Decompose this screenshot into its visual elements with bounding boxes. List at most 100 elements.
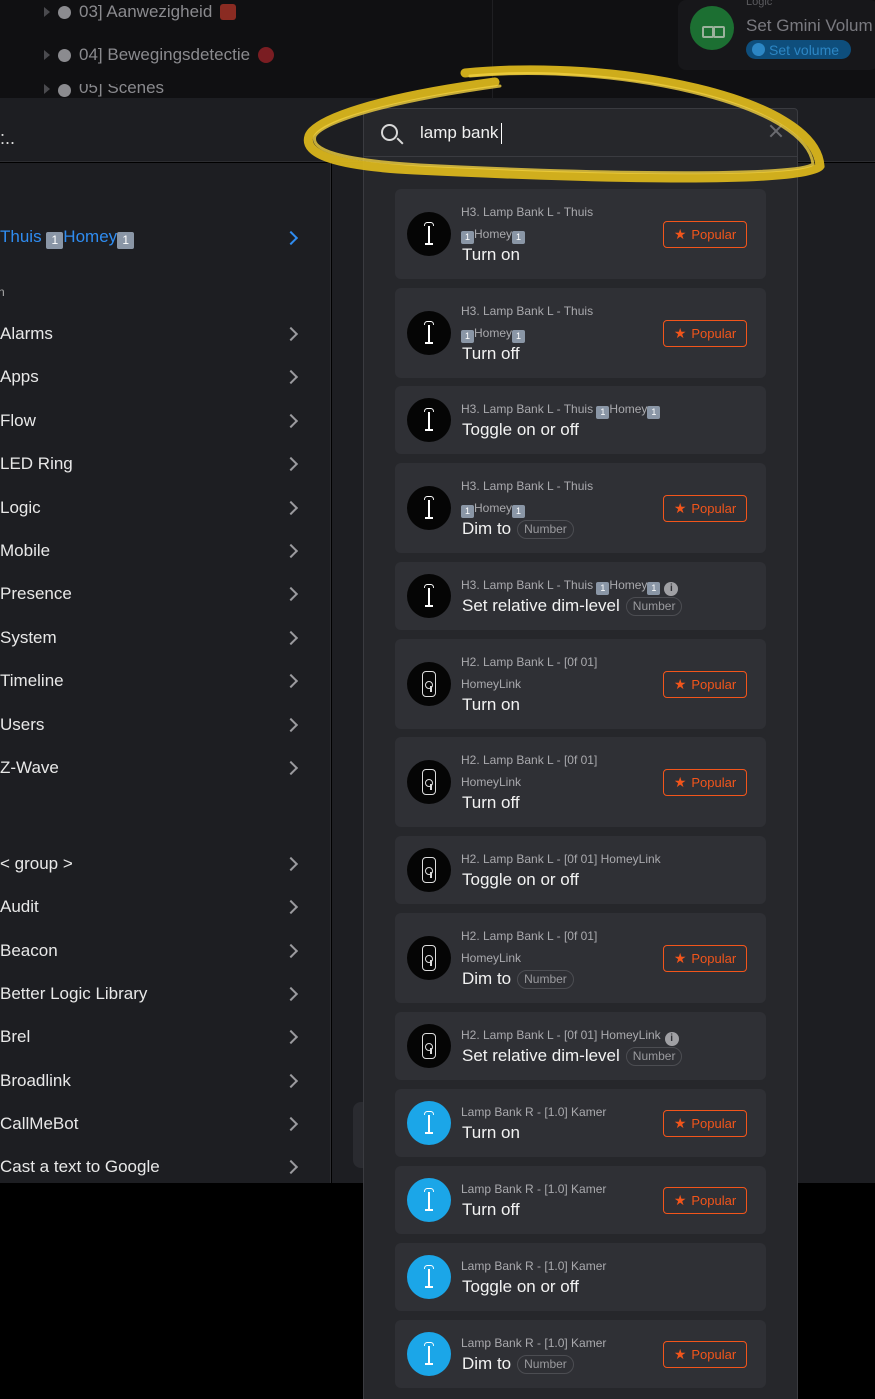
star-icon: ★: [673, 676, 687, 692]
result-card[interactable]: Lamp Bank R - [1.0] Kamer Toggle on or of…: [395, 1243, 766, 1311]
argument-tag: Number: [625, 1046, 683, 1066]
result-card[interactable]: Lamp Bank R - [1.0] Kamer Dim to Number ★ Po…: [395, 1320, 766, 1388]
result-card[interactable]: H2. Lamp Bank L - [0f 01] HomeyLink Toggl…: [395, 836, 766, 904]
sidebar-item-label: Beacon: [0, 940, 58, 960]
sidebar-item-app[interactable]: Cast a text to Google: [0, 1149, 310, 1185]
device-name: H2. Lamp Bank L - [0f 01]: [461, 655, 598, 669]
flow-folder-item[interactable]: 05] Scenes: [44, 84, 164, 98]
result-card[interactable]: H2. Lamp Bank L - [0f 01] HomeyLink Turn o…: [395, 639, 766, 729]
expand-triangle-icon[interactable]: [44, 84, 50, 94]
sidebar-item-flow[interactable]: Flow: [0, 403, 310, 439]
device-zone: 1 Homey 1: [461, 497, 526, 519]
action-label: Turn off: [462, 793, 520, 812]
popular-label: Popular: [691, 1192, 737, 1208]
argument-tag: Number: [517, 519, 574, 539]
result-card[interactable]: H2. Lamp Bank L - [0f 01] HomeyLink Turn o…: [395, 737, 766, 827]
sidebar-item-users[interactable]: Users: [0, 707, 310, 743]
result-card[interactable]: H3. Lamp Bank L - Thuis 1 Homey 1 Dim to Numb…: [395, 463, 766, 553]
sidebar-item-led-ring[interactable]: LED Ring: [0, 446, 310, 482]
keycap-icon: 1: [461, 231, 474, 244]
popular-badge: ★ Popular: [663, 1109, 747, 1137]
action-row: Set relative dim-level Number: [462, 596, 683, 616]
action-row: Dim to Number: [462, 969, 574, 989]
flow-card-logic[interactable]: Logic Set Gmini Volum Set volume: [678, 0, 875, 70]
card-pill[interactable]: Set volume: [746, 40, 852, 59]
sidebar-item-app[interactable]: < group >: [0, 846, 310, 882]
result-card[interactable]: H3. Lamp Bank L - Thuis 1 Homey 1 i Set rela…: [395, 562, 766, 630]
argument-tag: Number: [517, 1354, 574, 1374]
flow-folder-item[interactable]: 03] Aanwezigheid: [44, 0, 237, 25]
sidebar-item-label: System: [0, 627, 57, 647]
device-name: Lamp Bank R - [1.0] Kamer: [461, 1336, 607, 1350]
result-card[interactable]: H2. Lamp Bank L - [0f 01] HomeyLink i Set …: [395, 1012, 766, 1080]
sidebar-item-presence[interactable]: Presence: [0, 576, 310, 612]
sidebar-item-logic[interactable]: Logic: [0, 490, 310, 526]
action-row: Toggle on or off: [462, 420, 579, 440]
sidebar-item-z-wave[interactable]: Z-Wave: [0, 750, 310, 786]
popular-label: Popular: [691, 500, 737, 516]
action-row: Dim to Number: [462, 519, 574, 539]
sidebar-item-system[interactable]: System: [0, 620, 310, 656]
result-card[interactable]: H3. Lamp Bank L - Thuis 1 Homey 1 Turn off ★ P…: [395, 288, 766, 378]
star-icon: ★: [673, 1346, 687, 1362]
action-row: Turn off: [462, 793, 520, 813]
chevron-right-icon: [283, 1030, 299, 1045]
chevron-right-icon: [283, 230, 299, 246]
popular-label: Popular: [691, 676, 737, 692]
popular-label: Popular: [691, 1346, 737, 1362]
sidebar-item-app[interactable]: CallMeBot: [0, 1106, 310, 1142]
chevron-right-icon: [283, 900, 299, 915]
sidebar-item-homey[interactable]: Thuis 1 Homey 1: [0, 220, 310, 256]
chevron-right-icon: [283, 986, 299, 1001]
header-dots: :..: [0, 128, 16, 148]
popular-badge: ★ Popular: [663, 1186, 747, 1214]
result-card[interactable]: Lamp Bank R - [1.0] Kamer Turn off ★ Popula…: [395, 1166, 766, 1234]
lamp-icon: [407, 1332, 451, 1376]
homeylink-glyph: [422, 769, 436, 795]
action-row: Set relative dim-level Number: [462, 1046, 683, 1066]
action-row: Toggle on or off: [462, 870, 579, 890]
card-title: Set Gmini Volum: [746, 16, 873, 35]
result-card[interactable]: H3. Lamp Bank L - Thuis 1 Homey 1 Toggle on…: [395, 386, 766, 454]
result-card[interactable]: H3. Lamp Bank L - Thuis 1 Homey 1 Turn on ★ Po…: [395, 189, 766, 279]
sidebar-item-mobile[interactable]: Mobile: [0, 533, 310, 569]
grid-icon: [690, 6, 734, 50]
lamp-glyph: [424, 1265, 434, 1289]
sidebar-item-label: Broadlink: [0, 1070, 71, 1090]
sidebar-item-alarms[interactable]: Alarms: [0, 316, 310, 352]
sidebar-item-app[interactable]: Broadlink: [0, 1063, 310, 1099]
info-icon[interactable]: i: [664, 1032, 679, 1046]
keycap-icon: 1: [512, 231, 526, 244]
sidebar-item-label: Brel: [0, 1027, 31, 1047]
expand-triangle-icon[interactable]: [44, 50, 50, 60]
popular-badge: ★ Popular: [663, 220, 747, 248]
expand-triangle-icon[interactable]: [44, 7, 50, 17]
search-input[interactable]: [420, 121, 760, 145]
chevron-right-icon: [283, 760, 299, 776]
device-zone: HomeyLink: [461, 677, 522, 691]
result-card[interactable]: H2. Lamp Bank L - [0f 01] HomeyLink Dim to…: [395, 913, 766, 1003]
star-icon: ★: [673, 774, 687, 790]
sidebar-item-apps[interactable]: Apps: [0, 359, 310, 395]
sidebar-item-app[interactable]: Better Logic Library: [0, 976, 310, 1012]
sidebar-item-app[interactable]: Audit: [0, 889, 310, 925]
search-icon: [381, 124, 398, 141]
result-card[interactable]: Lamp Bank R - [1.0] Kamer Turn on ★ Popular: [395, 1089, 766, 1157]
sidebar-item-app[interactable]: Brel: [0, 1019, 310, 1055]
popular-badge: ★ Popular: [663, 319, 747, 347]
device-name: Lamp Bank R - [1.0] Kamer: [461, 1105, 607, 1119]
chevron-right-icon: [283, 457, 299, 472]
close-icon[interactable]: [768, 123, 784, 139]
keycap-icon: 1: [512, 330, 526, 343]
flow-folder-item[interactable]: 04] Bewegingsdetectie: [44, 42, 275, 68]
device-name: Lamp Bank R - [1.0] Kamer: [461, 1259, 607, 1273]
chevron-right-icon: [283, 370, 299, 385]
info-icon[interactable]: i: [664, 582, 679, 596]
sidebar-item-timeline[interactable]: Timeline: [0, 663, 310, 699]
divider: [492, 0, 493, 98]
keycap-icon: 1: [596, 582, 610, 595]
homeylink-icon: [407, 760, 451, 804]
sidebar-item-app[interactable]: Beacon: [0, 933, 310, 969]
chevron-right-icon: [283, 674, 299, 689]
action-label: Toggle on or off: [462, 870, 579, 889]
